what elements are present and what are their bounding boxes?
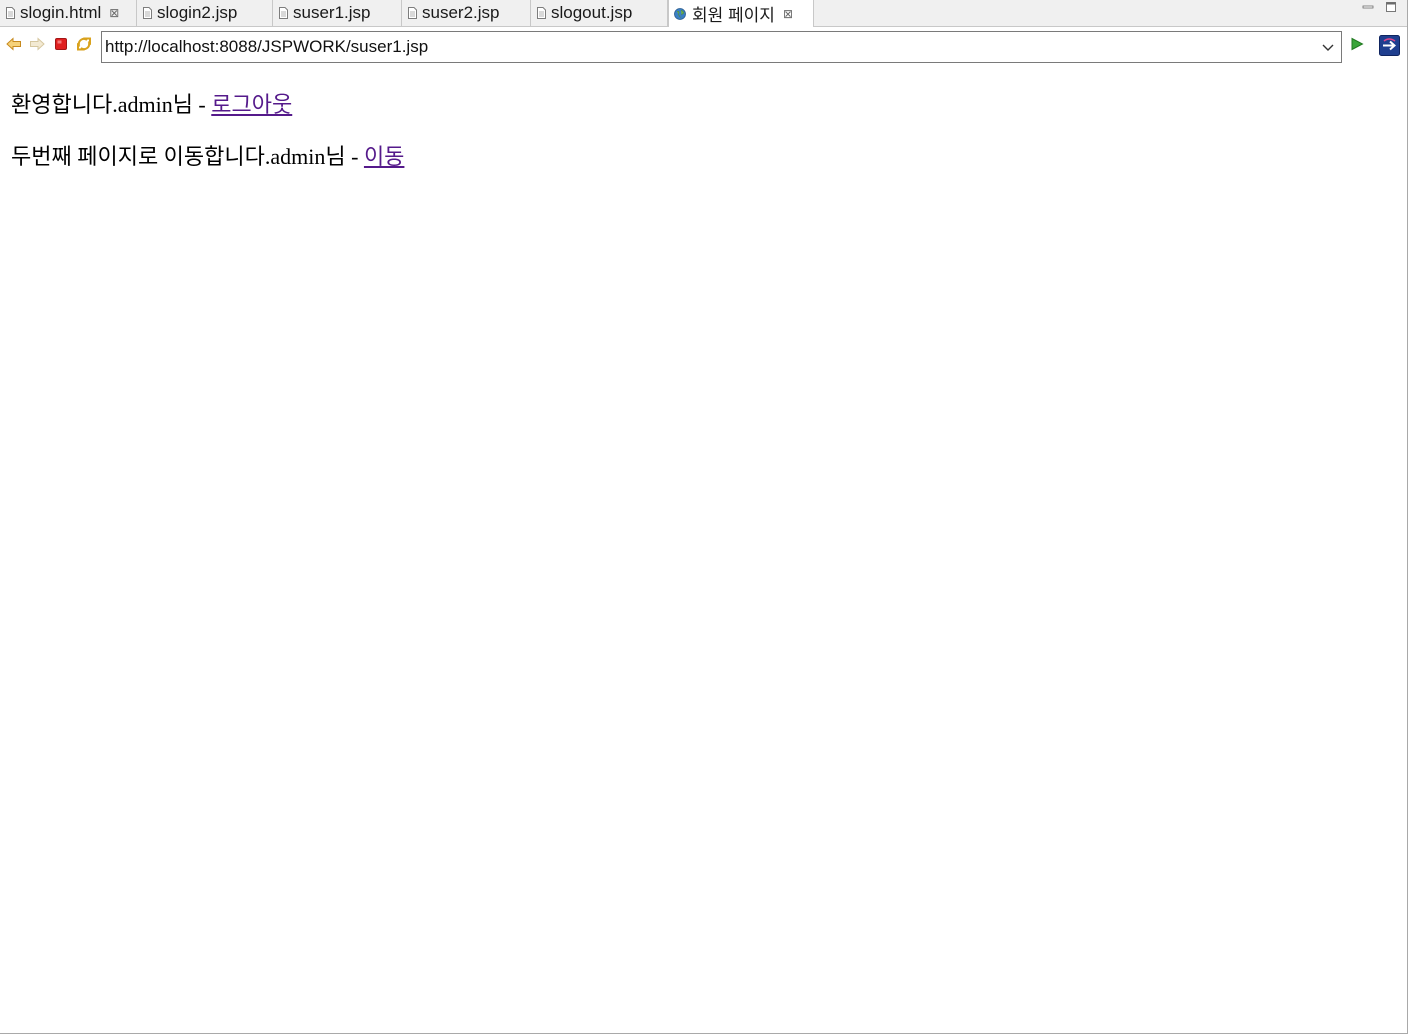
file-icon [537, 7, 546, 19]
page-content: 환영합니다.admin님 - 로그아웃 두번째 페이지로 이동합니다.admin… [0, 67, 1407, 1033]
second-page-text: 두번째 페이지로 이동합니다.admin님 - [11, 144, 364, 169]
tab-slogin2-jsp[interactable]: slogin2.jsp [137, 0, 273, 26]
file-icon [6, 7, 15, 19]
welcome-text: 환영합니다.admin님 - [11, 92, 212, 117]
tab-slogin-html[interactable]: slogin.html ⊠ [0, 0, 137, 26]
refresh-icon [77, 37, 91, 51]
tab-suser1-jsp[interactable]: suser1.jsp [273, 0, 402, 26]
url-bar[interactable] [101, 31, 1342, 63]
external-browser-icon [1379, 35, 1400, 56]
tab-label: slogin2.jsp [157, 3, 238, 22]
file-icon [408, 7, 417, 19]
editor-tab-bar: slogin.html ⊠ slogin2.jsp suser1.jsp sus… [0, 0, 1407, 27]
welcome-line: 환영합니다.admin님 - 로그아웃 [11, 87, 292, 119]
refresh-button[interactable] [76, 36, 92, 52]
second-page-line: 두번째 페이지로 이동합니다.admin님 - 이동 [11, 139, 404, 171]
tab-label: slogout.jsp [551, 3, 633, 22]
forward-arrow-icon [30, 37, 45, 51]
file-icon [279, 7, 288, 19]
tab-label: suser2.jsp [422, 3, 500, 22]
forward-button[interactable] [29, 36, 45, 52]
tab-label: slogin.html [20, 3, 102, 22]
move-link[interactable]: 이동 [364, 144, 404, 169]
play-icon [1351, 37, 1364, 51]
close-icon[interactable]: ⊠ [109, 7, 119, 19]
open-external-browser-button[interactable] [1379, 35, 1400, 56]
maximize-icon[interactable] [1385, 2, 1397, 12]
tab-label: suser1.jsp [293, 3, 371, 22]
globe-icon [674, 7, 686, 20]
logout-link[interactable]: 로그아웃 [211, 92, 292, 117]
stop-icon [55, 38, 67, 50]
tab-label: 회원 페이지 [692, 6, 775, 25]
close-icon[interactable]: ⊠ [783, 8, 793, 20]
browser-toolbar [0, 27, 1407, 67]
chevron-down-icon[interactable] [1321, 40, 1335, 54]
go-button[interactable] [1349, 36, 1365, 52]
browser-window: slogin.html ⊠ slogin2.jsp suser1.jsp sus… [0, 0, 1408, 1034]
file-icon [143, 7, 152, 19]
tab-slogout-jsp[interactable]: slogout.jsp [531, 0, 668, 26]
back-arrow-icon [6, 37, 21, 51]
tab-member-page[interactable]: 회원 페이지 ⊠ [668, 0, 814, 27]
url-input[interactable] [102, 33, 1305, 61]
tab-suser2-jsp[interactable]: suser2.jsp [402, 0, 531, 26]
back-button[interactable] [6, 36, 22, 52]
stop-button[interactable] [53, 36, 69, 52]
minimize-icon[interactable] [1362, 2, 1374, 12]
